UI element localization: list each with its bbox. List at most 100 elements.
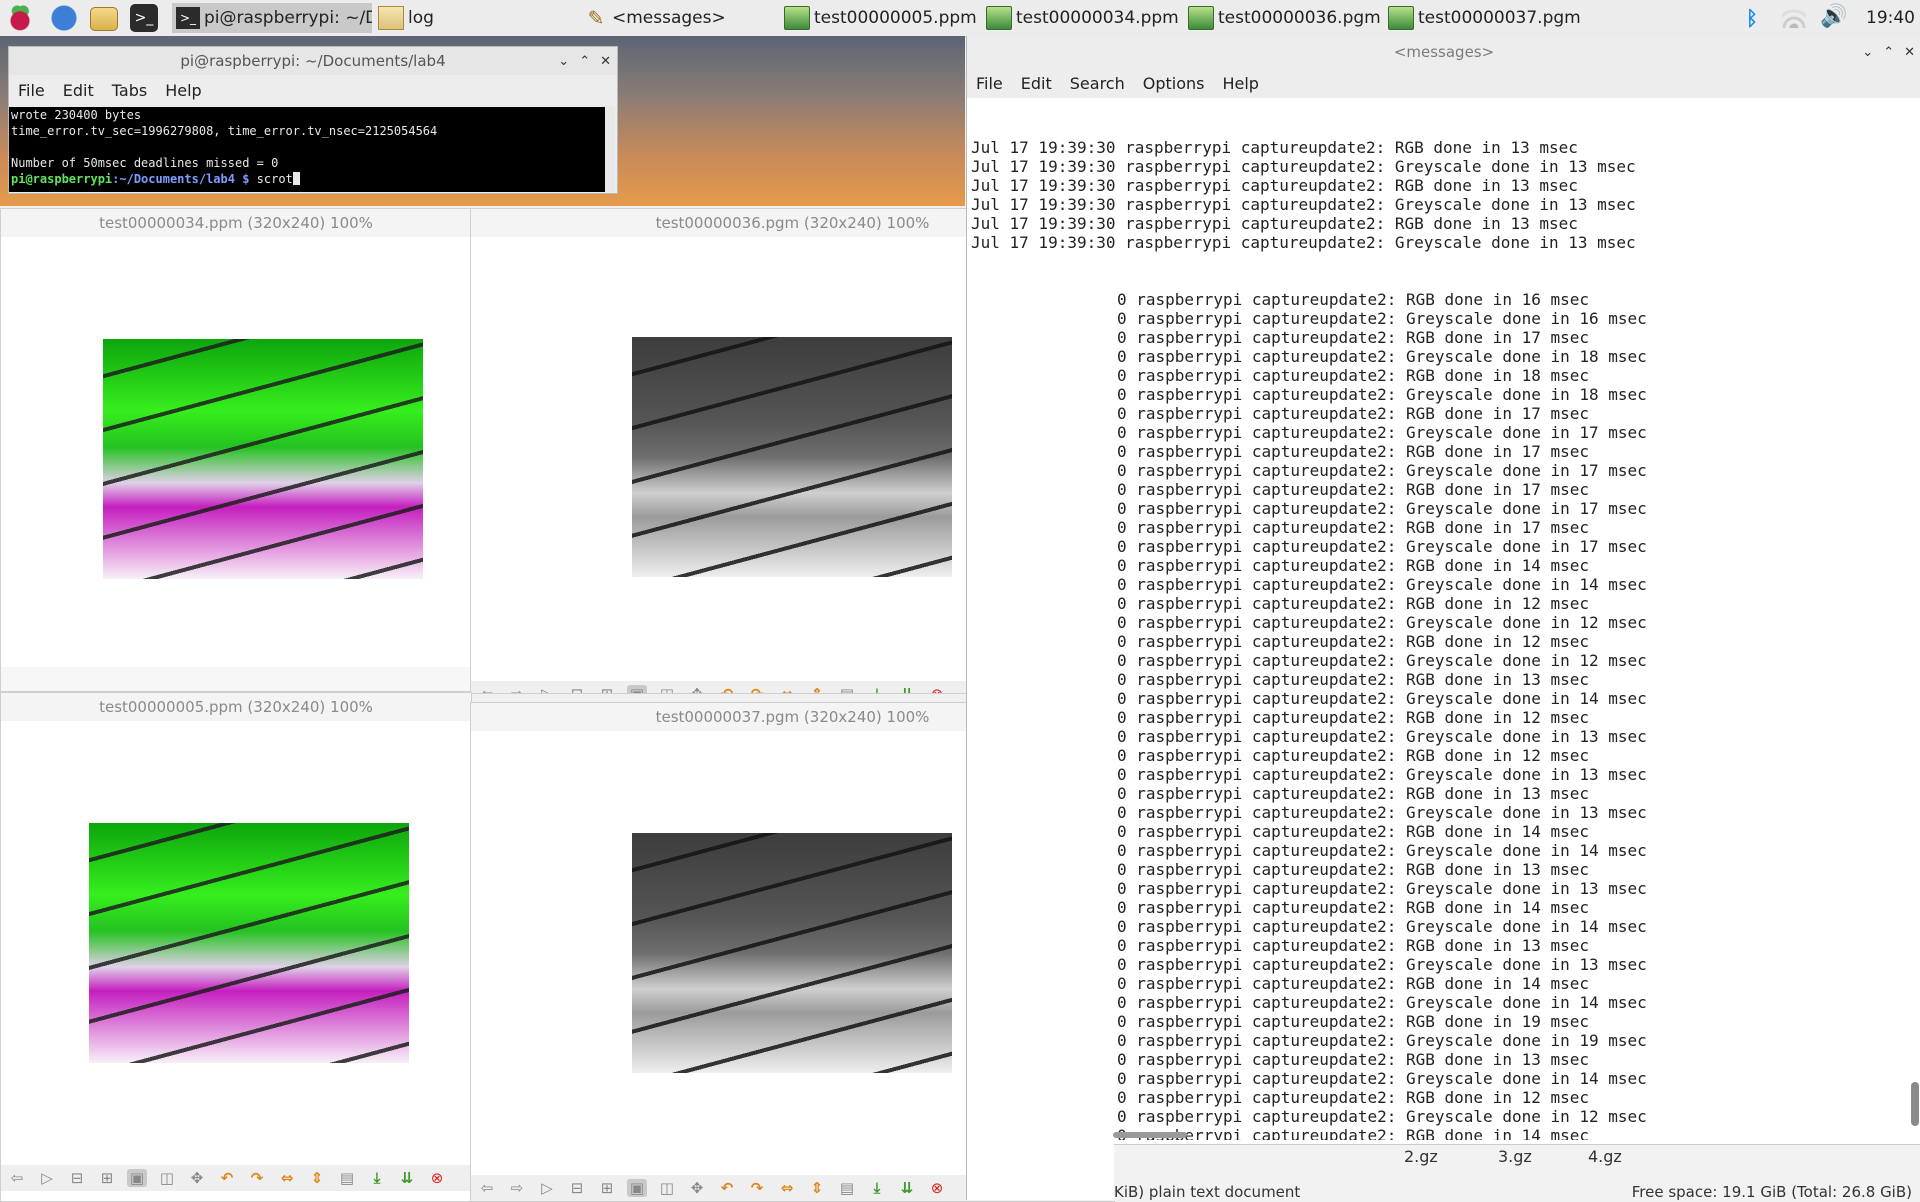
fit-icon[interactable]: ▣ (627, 1179, 647, 1197)
close-icon[interactable]: ✕ (1904, 45, 1915, 60)
log-line: 0 raspberrypi captureupdate2: RGB done i… (1117, 822, 1590, 841)
terminal-titlebar[interactable]: pi@raspberrypi: ~/Documents/lab4 ⌄ ⌃ ✕ (9, 47, 617, 75)
open-folder-icon[interactable]: ▤ (337, 1169, 357, 1187)
menu-edit[interactable]: Edit (1012, 74, 1061, 93)
save-icon[interactable]: ⤓ (367, 1169, 387, 1187)
play-icon[interactable]: ▷ (537, 685, 557, 693)
rotate-left-icon[interactable]: ↶ (717, 1179, 737, 1197)
menu-help[interactable]: Help (156, 81, 210, 100)
terminal-scrollbar[interactable] (605, 107, 615, 192)
volume-icon[interactable]: 🔊 (1820, 4, 1847, 29)
menu-edit[interactable]: Edit (54, 81, 103, 100)
zoom-in-icon[interactable]: ⊞ (597, 685, 617, 693)
menu-tabs[interactable]: Tabs (103, 81, 156, 100)
menu-options[interactable]: Options (1134, 74, 1214, 93)
rotate-right-icon[interactable]: ↷ (247, 1169, 267, 1187)
wifi-icon[interactable] (1782, 6, 1806, 28)
log-line: 0 raspberrypi captureupdate2: RGB done i… (1117, 1126, 1590, 1140)
fullscreen-icon[interactable]: ✥ (687, 685, 707, 693)
minimize-icon[interactable]: ⌄ (558, 54, 569, 69)
back-icon[interactable]: ⇦ (477, 1179, 497, 1197)
save-icon[interactable]: ⤓ (867, 1179, 887, 1197)
delete-icon[interactable]: ⊗ (927, 1179, 947, 1197)
messages-titlebar[interactable]: <messages> ⌄ ⌃ ✕ (967, 36, 1920, 68)
log-line: 0 raspberrypi captureupdate2: RGB done i… (1117, 594, 1590, 613)
save-as-icon[interactable]: ⇊ (397, 1169, 417, 1187)
log-line: Jul 17 19:39:30 raspberrypi captureupdat… (971, 157, 1636, 176)
terminal-icon[interactable]: >_ (130, 4, 158, 32)
fullscreen-icon[interactable]: ✥ (187, 1169, 207, 1187)
menu-help[interactable]: Help (1213, 74, 1267, 93)
fit-icon[interactable]: ▣ (127, 1169, 147, 1187)
file-manager-icon[interactable] (90, 7, 118, 31)
menu-file[interactable]: File (967, 74, 1012, 93)
terminal-icon: >_ (176, 7, 200, 29)
log-line: 0 raspberrypi captureupdate2: RGB done i… (1117, 746, 1590, 765)
file-item-4gz[interactable]: 4.gz (1588, 1147, 1622, 1166)
menu-file[interactable]: File (9, 81, 54, 100)
play-icon[interactable]: ▷ (37, 1169, 57, 1187)
clock[interactable]: 19:40 (1866, 0, 1915, 36)
task-viewer-037[interactable]: test00000037.pgm (3... (1384, 3, 1580, 33)
zoom-in-icon[interactable]: ⊞ (597, 1179, 617, 1197)
task-messages[interactable]: ✎ <messages> (580, 3, 770, 33)
image-viewer-icon (784, 6, 810, 30)
log-text-area[interactable]: Jul 17 19:39:30 raspberrypi captureupdat… (971, 100, 1901, 1140)
messages-editor-window: <messages> ⌄ ⌃ ✕ File Edit Search Option… (966, 36, 1920, 1200)
rotate-left-icon[interactable]: ↶ (217, 1169, 237, 1187)
task-viewer-005[interactable]: test00000005.ppm (3... (780, 3, 978, 33)
flip-horizontal-icon[interactable]: ⇔ (777, 1179, 797, 1197)
zoom-in-icon[interactable]: ⊞ (97, 1169, 117, 1187)
log-line: 0 raspberrypi captureupdate2: Greyscale … (1117, 879, 1647, 898)
flip-vertical-icon[interactable]: ⇕ (807, 685, 827, 693)
task-terminal[interactable]: >_ pi@raspberrypi: ~/Do... (172, 3, 372, 33)
minimize-icon[interactable]: ⌄ (1862, 45, 1873, 60)
log-line: 0 raspberrypi captureupdate2: RGB done i… (1117, 290, 1590, 309)
close-icon[interactable]: ✕ (600, 54, 611, 69)
zoom-out-icon[interactable]: ⊟ (567, 685, 587, 693)
forward-icon[interactable]: ⇨ (507, 685, 527, 693)
viewer-titlebar[interactable]: test00000034.ppm (320x240) 100% (1, 209, 471, 237)
open-folder-icon[interactable]: ▤ (837, 685, 857, 693)
original-size-icon[interactable]: ◫ (657, 685, 677, 693)
browser-globe-icon[interactable] (50, 4, 78, 32)
back-icon[interactable]: ⇦ (7, 1169, 27, 1187)
zoom-out-icon[interactable]: ⊟ (567, 1179, 587, 1197)
horizontal-scrollbar-thumb[interactable] (1113, 1132, 1187, 1138)
save-as-icon[interactable]: ⇊ (897, 685, 917, 693)
maximize-icon[interactable]: ⌃ (579, 54, 590, 69)
log-line: 0 raspberrypi captureupdate2: RGB done i… (1117, 518, 1590, 537)
flip-horizontal-icon[interactable]: ⇔ (277, 1169, 297, 1187)
terminal-screen[interactable]: wrote 230400 bytes time_error.tv_sec=1996… (9, 107, 605, 192)
menu-search[interactable]: Search (1061, 74, 1134, 93)
open-folder-icon[interactable]: ▤ (837, 1179, 857, 1197)
flip-horizontal-icon[interactable]: ⇔ (777, 685, 797, 693)
raspberry-menu-icon[interactable] (6, 4, 34, 32)
fit-icon[interactable]: ▣ (627, 685, 647, 693)
fullscreen-icon[interactable]: ✥ (687, 1179, 707, 1197)
maximize-icon[interactable]: ⌃ (1883, 45, 1894, 60)
back-icon[interactable]: ⇦ (477, 685, 497, 693)
flip-vertical-icon[interactable]: ⇕ (307, 1169, 327, 1187)
forward-icon[interactable]: ⇨ (507, 1179, 527, 1197)
original-size-icon[interactable]: ◫ (157, 1169, 177, 1187)
rotate-left-icon[interactable]: ↶ (717, 685, 737, 693)
file-item-3gz[interactable]: 3.gz (1498, 1147, 1532, 1166)
flip-vertical-icon[interactable]: ⇕ (807, 1179, 827, 1197)
delete-icon[interactable]: ⊗ (927, 685, 947, 693)
zoom-out-icon[interactable]: ⊟ (67, 1169, 87, 1187)
viewer-titlebar[interactable]: test00000005.ppm (320x240) 100% (1, 693, 471, 721)
task-viewer-034[interactable]: test00000034.ppm (3... (982, 3, 1180, 33)
file-item-2gz[interactable]: 2.gz (1404, 1147, 1438, 1166)
original-size-icon[interactable]: ◫ (657, 1179, 677, 1197)
play-icon[interactable]: ▷ (537, 1179, 557, 1197)
delete-icon[interactable]: ⊗ (427, 1169, 447, 1187)
task-log-folder[interactable]: log (374, 3, 574, 33)
rotate-right-icon[interactable]: ↷ (747, 1179, 767, 1197)
save-icon[interactable]: ⤓ (867, 685, 887, 693)
save-as-icon[interactable]: ⇊ (897, 1179, 917, 1197)
task-viewer-036[interactable]: test00000036.pgm (3... (1184, 3, 1382, 33)
vertical-scrollbar-thumb[interactable] (1911, 1082, 1919, 1126)
bluetooth-icon[interactable]: ᛒ (1746, 6, 1758, 30)
rotate-right-icon[interactable]: ↷ (747, 685, 767, 693)
